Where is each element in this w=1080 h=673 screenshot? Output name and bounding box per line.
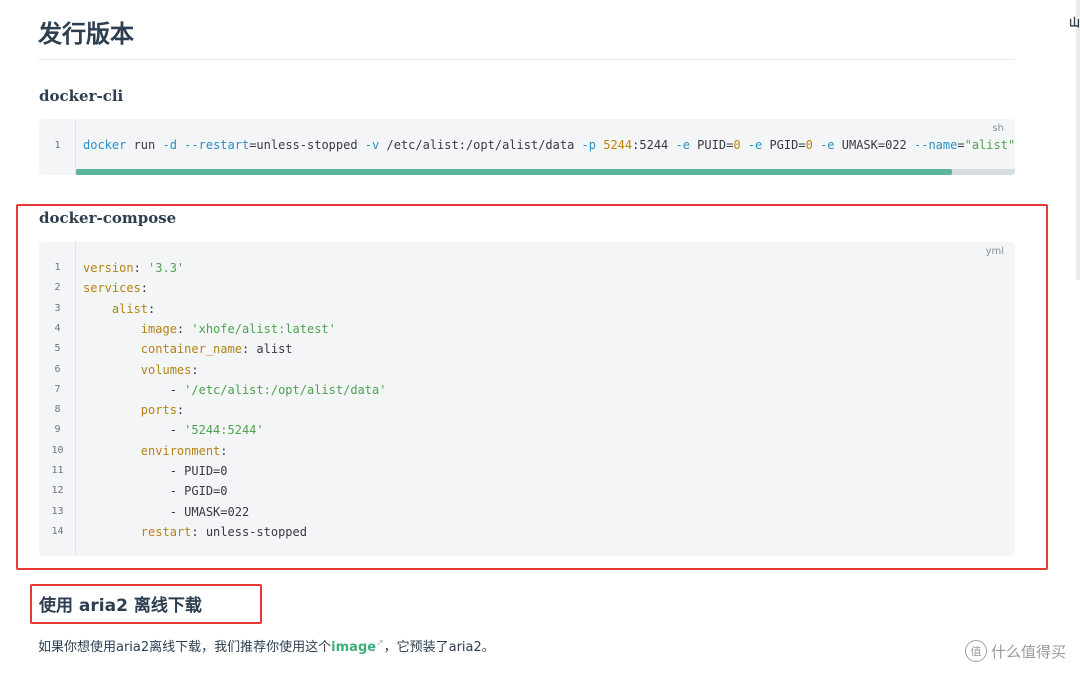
page-title: 发行版本 [38,18,1015,60]
code-token: container_name [140,342,242,357]
code-token: : [176,321,192,336]
code-token: - PUID=0 [83,464,228,478]
line-number: 3 [54,302,61,314]
code-line: - '/etc/alist:/opt/alist/data' [83,380,387,400]
code-line: ports: [83,400,184,420]
line-number: 11 [51,465,64,476]
code-token: : unless-stopped [191,524,307,539]
code-line: - UMASK=022 [83,502,249,522]
code-token: version [83,261,134,275]
code-line: - PGID=0 [83,481,228,501]
lang-tag-yml: yml [985,246,1004,257]
line-number: 1 [54,140,61,151]
code-token: volumes [140,362,192,377]
corner-glyph: 山 [1069,16,1080,29]
line-number: 8 [54,404,61,416]
code-token: environment [140,443,221,458]
line-number-gutter: 1 2 3 4 5 6 7 8 9 10 11 12 13 14 [39,242,76,556]
docker-cli-heading: docker-cli [39,87,124,105]
code-token: '5244:5244' [184,423,264,438]
docker-run-command: docker run -d --restart=unless-stopped -… [83,138,1015,152]
line-number: 10 [51,444,64,456]
code-token: 'xhofe/alist:latest' [191,321,336,336]
line-number: 1 [54,262,61,273]
code-line: - '5244:5244' [83,420,264,440]
code-token: : [133,261,149,275]
line-number: 7 [54,383,61,395]
para-text-after: ，它预装了aria2。 [383,640,495,655]
code-token: '3.3' [148,261,185,275]
code-token: services [83,281,141,296]
code-token: image [140,321,177,336]
code-line: alist: [83,299,155,319]
line-number: 5 [54,343,61,355]
code-line: restart: unless-stopped [83,522,307,542]
external-link-icon: ↗ [376,638,384,649]
scrollbar-thumb[interactable] [76,169,952,175]
watermark: 值 什么值得买 [964,640,1066,662]
code-line: environment: [83,441,228,461]
aria2-heading: 使用 aria2 离线下载 [39,596,202,616]
page-scrollbar[interactable] [1076,0,1080,280]
code-token: - PGID=0 [83,484,228,499]
code-token: : [220,443,228,458]
image-link[interactable]: image [331,640,376,655]
line-number: 6 [54,363,61,375]
code-line: services: [83,278,148,298]
docker-compose-code-block: yml 1 2 3 4 5 6 7 8 9 10 11 12 13 14 version: '3.3' se… [39,242,1015,556]
code-line: image: 'xhofe/alist:latest' [83,319,336,339]
line-number: 13 [51,505,64,517]
docker-compose-heading: docker-compose [39,209,177,227]
watermark-text: 什么值得买 [990,642,1066,661]
code-token: alist [111,301,149,316]
horizontal-scrollbar[interactable] [76,169,1015,175]
code-token: ports [140,403,177,418]
line-number: 14 [51,525,64,537]
code-line: volumes: [83,360,199,380]
line-number: 2 [54,282,61,294]
code-line: container_name: alist [83,339,293,359]
code-line: - PUID=0 [83,461,228,481]
code-token: - UMASK=022 [83,504,250,519]
code-token: : [148,301,156,316]
line-number-gutter: 1 [39,119,76,175]
code-token: : [140,281,149,296]
line-number: 4 [54,322,61,334]
line-number: 12 [51,485,64,497]
code-token: - [83,382,185,397]
code-token: : alist [241,342,293,357]
code-token: restart [140,524,192,539]
line-number: 9 [54,424,61,436]
docker-cli-code-block: sh 1 docker run -d --restart=unless-stop… [39,119,1015,175]
code-token: '/etc/alist:/opt/alist/data' [184,382,387,397]
code-token: : [191,362,199,377]
para-text-before: 如果你想使用aria2离线下载，我们推荐你使用这个 [38,640,332,655]
code-token: : [176,403,185,418]
aria2-paragraph: 如果你想使用aria2离线下载，我们推荐你使用这个image↗，它预装了aria… [38,636,495,655]
code-line: version: '3.3' [83,258,184,278]
lang-tag-sh: sh [992,123,1004,134]
watermark-logo-icon: 值 [964,640,987,662]
code-token: - [83,423,185,438]
